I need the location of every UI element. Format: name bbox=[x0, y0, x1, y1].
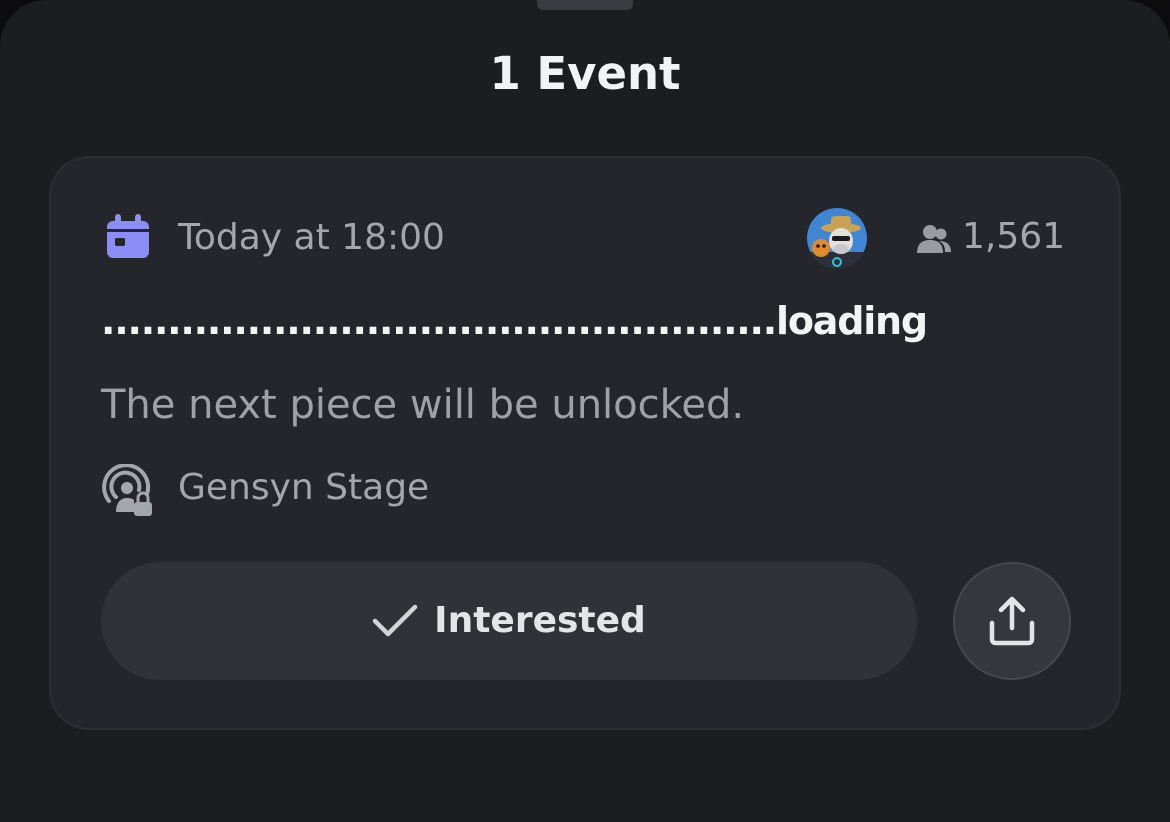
event-title: ........................................… bbox=[101, 299, 928, 343]
interested-button-label: Interested bbox=[434, 600, 646, 641]
interested-button[interactable]: Interested bbox=[101, 562, 917, 680]
event-card[interactable]: Today at 18:00 1,561 ...................… bbox=[49, 156, 1121, 730]
share-button[interactable] bbox=[953, 562, 1071, 680]
share-icon bbox=[989, 596, 1035, 646]
sheet-title: 1 Event bbox=[489, 47, 681, 100]
checkmark-icon bbox=[372, 604, 418, 637]
event-date: Today at 18:00 bbox=[178, 217, 445, 258]
event-description: The next piece will be unlocked. bbox=[101, 382, 745, 428]
avatar[interactable] bbox=[807, 208, 867, 268]
calendar-icon bbox=[107, 214, 149, 258]
people-icon bbox=[917, 225, 951, 253]
sheet-drag-handle[interactable] bbox=[537, 0, 633, 10]
events-bottom-sheet: 1 Event Today at 18:00 1,561 ...........… bbox=[0, 0, 1170, 822]
event-location[interactable]: Gensyn Stage bbox=[178, 464, 429, 512]
stage-channel-locked-icon bbox=[102, 464, 152, 516]
interested-count: 1,561 bbox=[962, 216, 1066, 257]
